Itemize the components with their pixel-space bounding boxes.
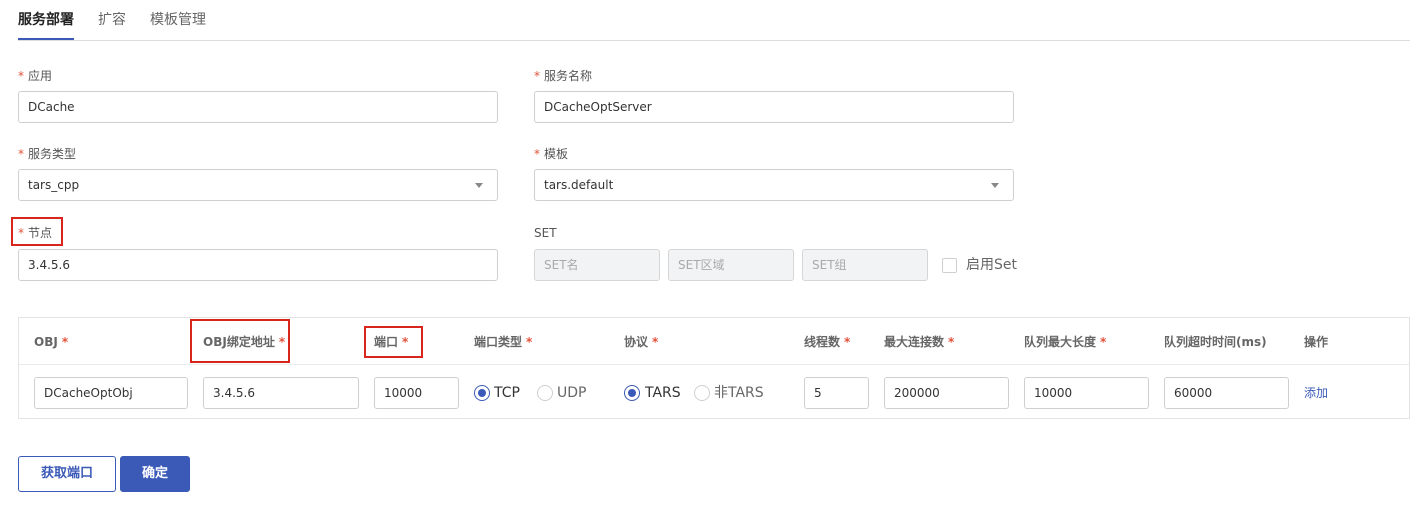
th-queue-len-text: 队列最大长度 bbox=[1024, 335, 1097, 349]
server-type-label: * 服务类型 bbox=[18, 145, 76, 163]
required-mark: * bbox=[526, 335, 533, 349]
th-threads-text: 线程数 bbox=[804, 335, 841, 349]
template-label: * 模板 bbox=[534, 145, 568, 163]
server-type-value: tars_cpp bbox=[28, 178, 80, 192]
required-mark: * bbox=[61, 335, 69, 349]
queue-len-input[interactable]: 10000 bbox=[1024, 377, 1149, 409]
protocol-non-tars-radio[interactable] bbox=[694, 385, 710, 401]
th-queue-timeout: 队列超时时间(ms) bbox=[1164, 335, 1267, 349]
required-mark: * bbox=[18, 147, 24, 161]
highlight-box-port bbox=[364, 326, 423, 358]
server-name-label: * 服务名称 bbox=[534, 67, 592, 85]
required-mark: * bbox=[844, 335, 851, 349]
protocol-tars-radio[interactable] bbox=[624, 385, 640, 401]
th-threads: 线程数 * bbox=[804, 333, 850, 351]
protocol-non-tars-label[interactable]: 非TARS bbox=[714, 384, 764, 402]
chevron-down-icon bbox=[475, 183, 483, 188]
port-input[interactable]: 10000 bbox=[374, 377, 459, 409]
required-mark: * bbox=[18, 69, 24, 83]
protocol-tars-label[interactable]: TARS bbox=[645, 384, 681, 402]
th-obj-text: OBJ bbox=[34, 335, 58, 349]
template-select[interactable]: tars.default bbox=[534, 169, 1014, 201]
tab-expand[interactable]: 扩容 bbox=[98, 10, 126, 30]
th-queue-len: 队列最大长度 * bbox=[1024, 333, 1106, 351]
add-row-link[interactable]: 添加 bbox=[1304, 384, 1328, 402]
tab-template-manage[interactable]: 模板管理 bbox=[150, 10, 206, 30]
th-action: 操作 bbox=[1304, 335, 1329, 349]
max-conn-input[interactable]: 200000 bbox=[884, 377, 1009, 409]
tab-service-deploy[interactable]: 服务部署 bbox=[18, 10, 74, 30]
confirm-button[interactable]: 确定 bbox=[120, 456, 190, 492]
th-protocol: 协议 * bbox=[624, 333, 658, 351]
server-name-label-text: 服务名称 bbox=[544, 69, 593, 83]
required-mark: * bbox=[534, 147, 540, 161]
template-label-text: 模板 bbox=[544, 147, 569, 161]
required-mark: * bbox=[534, 69, 540, 83]
server-name-input[interactable]: DCacheOptServer bbox=[534, 91, 1014, 123]
set-area-input[interactable]: SET区域 bbox=[668, 249, 794, 281]
queue-timeout-input[interactable]: 60000 bbox=[1164, 377, 1289, 409]
server-type-label-text: 服务类型 bbox=[28, 147, 77, 161]
th-max-conn-text: 最大连接数 bbox=[884, 335, 945, 349]
app-input[interactable]: DCache bbox=[18, 91, 498, 123]
get-port-button[interactable]: 获取端口 bbox=[18, 456, 116, 492]
tab-divider bbox=[18, 40, 1410, 41]
app-label: * 应用 bbox=[18, 67, 52, 85]
port-type-tcp-label[interactable]: TCP bbox=[494, 384, 520, 402]
node-input[interactable]: 3.4.5.6 bbox=[18, 249, 498, 281]
highlight-box-bind-addr bbox=[190, 319, 290, 363]
set-name-input[interactable]: SET名 bbox=[534, 249, 660, 281]
threads-input[interactable]: 5 bbox=[804, 377, 869, 409]
bind-addr-input[interactable]: 3.4.5.6 bbox=[203, 377, 359, 409]
enable-set-label: 启用Set bbox=[966, 257, 1017, 273]
th-port-type: 端口类型 * bbox=[474, 333, 532, 351]
th-obj: OBJ * bbox=[34, 333, 68, 351]
th-protocol-text: 协议 bbox=[624, 335, 649, 349]
app-label-text: 应用 bbox=[28, 69, 53, 83]
required-mark: * bbox=[948, 335, 955, 349]
required-mark: * bbox=[652, 335, 659, 349]
port-type-tcp-radio[interactable] bbox=[474, 385, 490, 401]
required-mark: * bbox=[1100, 335, 1107, 349]
highlight-box-node bbox=[11, 217, 63, 246]
set-label: SET bbox=[534, 226, 557, 240]
template-value: tars.default bbox=[544, 178, 614, 192]
obj-input[interactable]: DCacheOptObj bbox=[34, 377, 188, 409]
chevron-down-icon bbox=[991, 183, 999, 188]
enable-set-checkbox[interactable] bbox=[942, 258, 957, 273]
server-type-select[interactable]: tars_cpp bbox=[18, 169, 498, 201]
th-port-type-text: 端口类型 bbox=[474, 335, 523, 349]
port-type-udp-radio[interactable] bbox=[537, 385, 553, 401]
port-type-udp-label[interactable]: UDP bbox=[557, 384, 586, 402]
set-group-input[interactable]: SET组 bbox=[802, 249, 928, 281]
th-max-conn: 最大连接数 * bbox=[884, 333, 954, 351]
